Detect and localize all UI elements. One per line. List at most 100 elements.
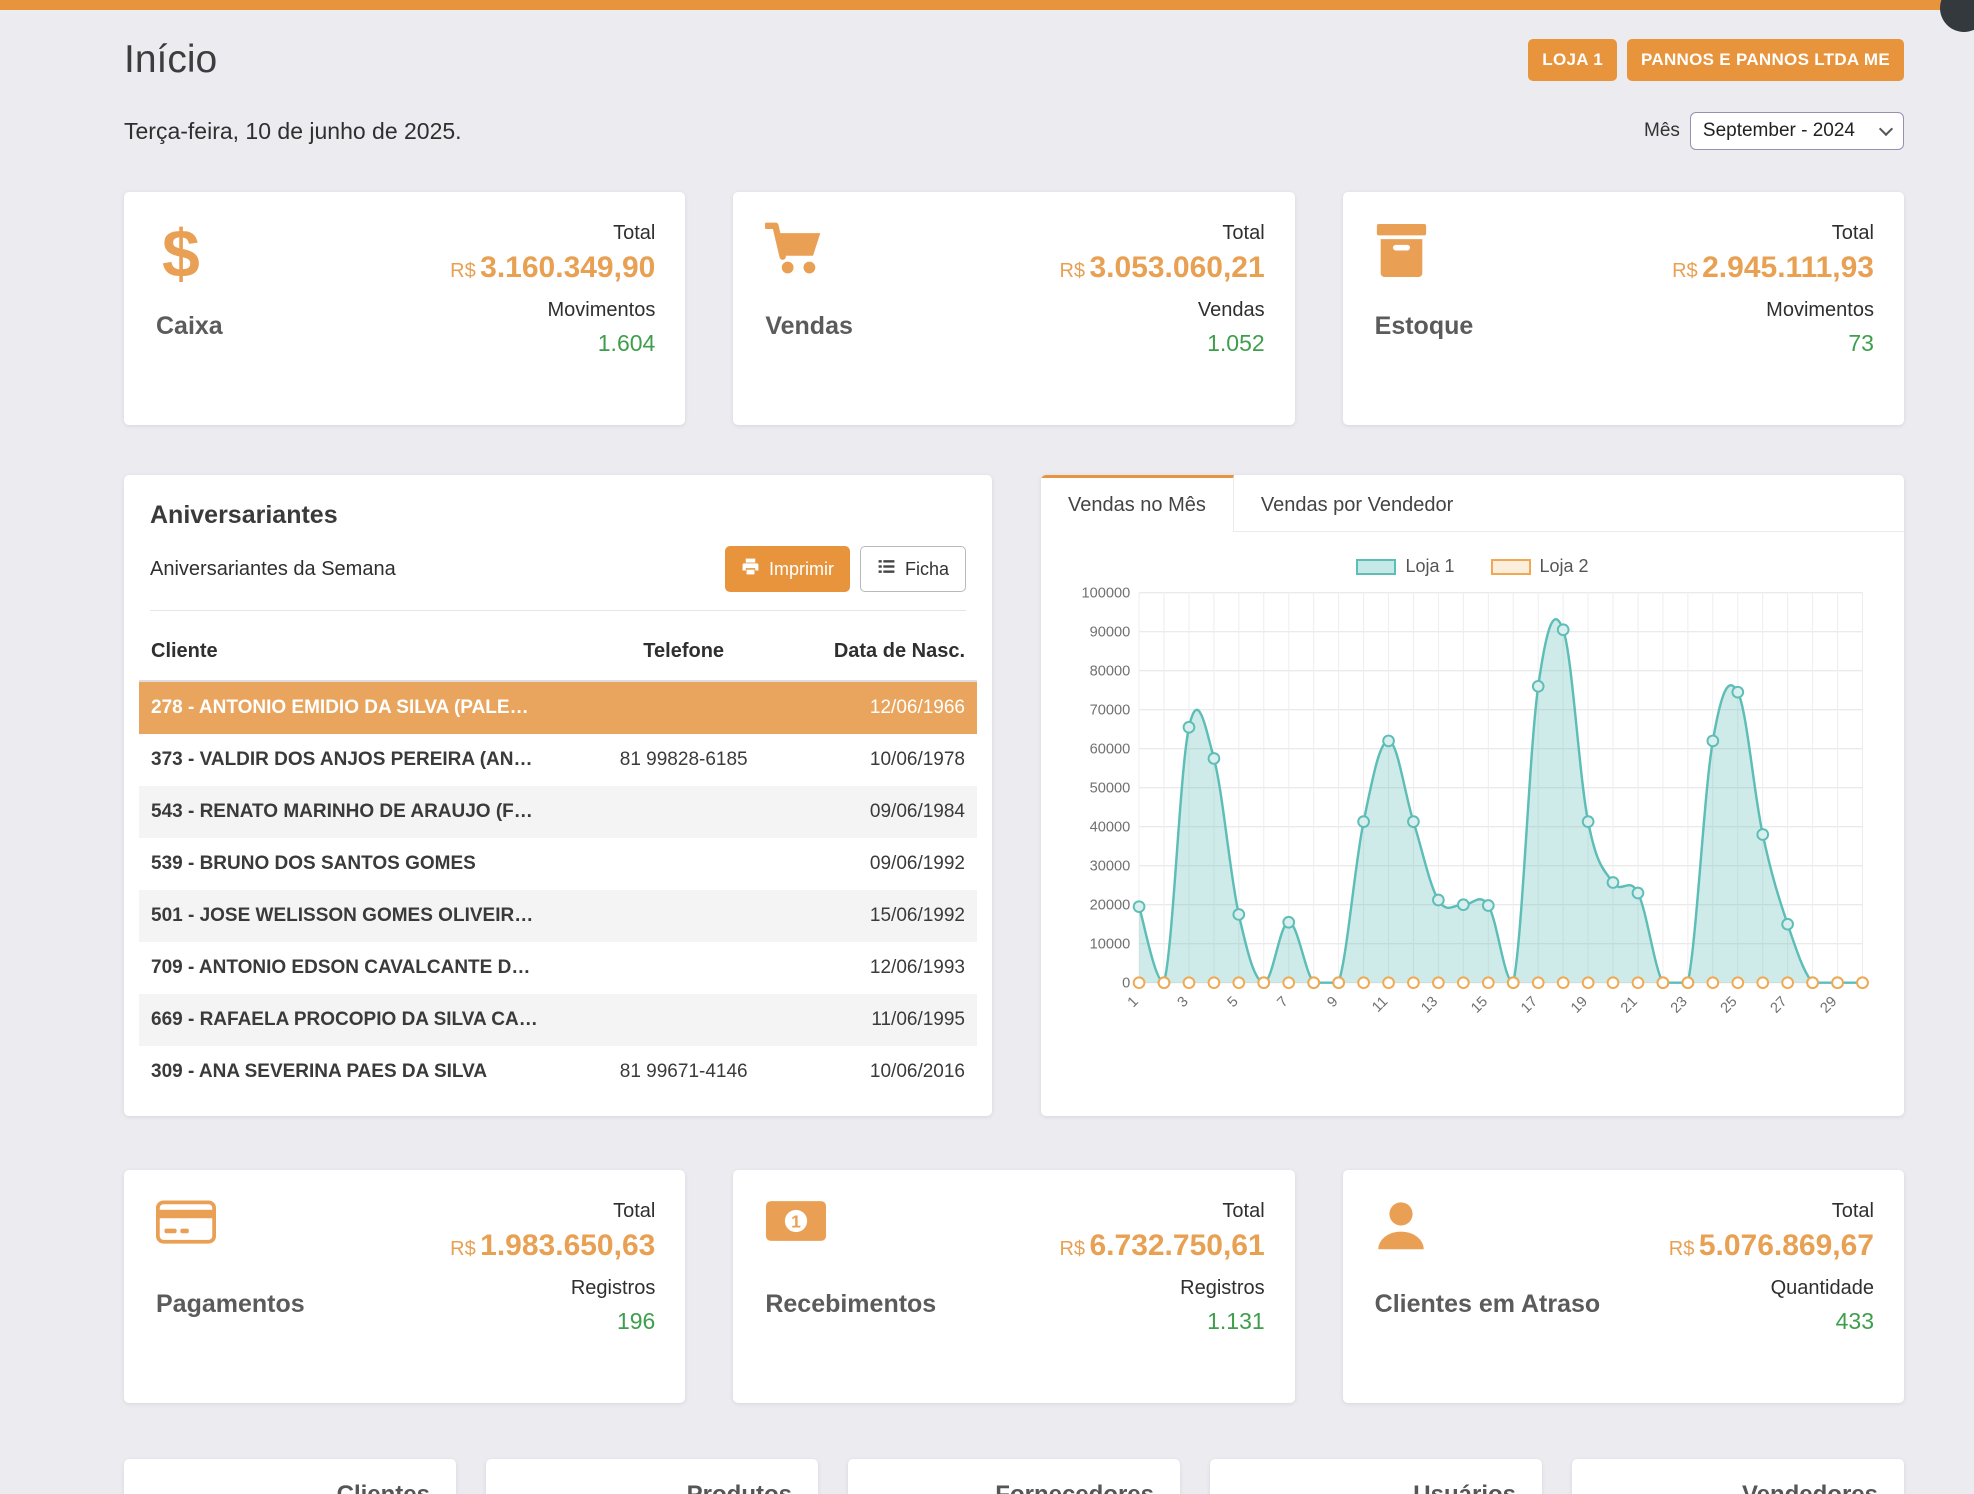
legend-item-loja1[interactable]: Loja 1 <box>1356 556 1454 577</box>
legend-item-loja2[interactable]: Loja 2 <box>1491 556 1589 577</box>
top-navbar <box>0 0 1974 10</box>
dollar-icon: $ <box>156 222 223 296</box>
svg-text:100000: 100000 <box>1082 586 1131 602</box>
stat-name: Pagamentos <box>156 1290 305 1319</box>
month-label: Mês <box>1644 120 1680 142</box>
total-label: Total <box>1222 222 1264 245</box>
chart-tabs: Vendas no Mês Vendas por Vendedor <box>1041 475 1904 532</box>
svg-text:0: 0 <box>1122 976 1130 992</box>
count-label: Movimentos <box>1766 299 1874 322</box>
entity-card-name: Produtos <box>512 1481 792 1494</box>
client-cell: 669 - RAFAELA PROCOPIO DA SILVA CA… <box>139 994 575 1046</box>
count-label: Vendas <box>1198 299 1265 322</box>
ficha-button-label: Ficha <box>905 559 949 580</box>
birthdays-subtitle: Aniversariantes da Semana <box>150 558 396 581</box>
stat-name: Recebimentos <box>765 1290 936 1319</box>
col-data-nasc: Data de Nasc. <box>793 623 977 681</box>
phone-cell <box>575 786 793 838</box>
sales-chart: 0100002000030000400005000060000700008000… <box>1063 581 1882 1039</box>
client-cell: 501 - JOSE WELISSON GOMES OLIVEIR… <box>139 890 575 942</box>
birthdate-cell: 09/06/1992 <box>793 838 977 890</box>
svg-text:30000: 30000 <box>1090 859 1131 875</box>
currency-prefix: R$ <box>1059 1238 1085 1260</box>
phone-cell <box>575 890 793 942</box>
entity-card-name: Vendedores <box>1598 1481 1878 1494</box>
tab-vendas-por-vendedor[interactable]: Vendas por Vendedor <box>1234 475 1480 531</box>
entity-cards-row: Clientes Produtos Fornecedores Usuários … <box>124 1459 1904 1494</box>
phone-cell: 81 99671-4146 <box>575 1046 793 1098</box>
top-stats-row: $ Caixa Total R$ 3.160.349,90 Movimentos… <box>124 192 1904 425</box>
total-value: R$ 6.732.750,61 <box>1059 1229 1264 1263</box>
count-value: 433 <box>1836 1308 1874 1335</box>
birthdate-cell: 11/06/1995 <box>793 994 977 1046</box>
birthdate-cell: 10/06/1978 <box>793 734 977 786</box>
svg-text:60000: 60000 <box>1090 742 1131 758</box>
printer-icon <box>741 557 760 581</box>
phone-cell <box>575 838 793 890</box>
currency-prefix: R$ <box>1059 260 1085 282</box>
count-label: Quantidade <box>1771 1277 1874 1300</box>
total-value: R$ 3.053.060,21 <box>1059 251 1264 285</box>
page-title: Início <box>124 38 217 82</box>
ficha-button[interactable]: Ficha <box>860 546 966 592</box>
total-amount: 3.160.349,90 <box>480 251 655 284</box>
tab-vendas-no-mes[interactable]: Vendas no Mês <box>1041 475 1234 532</box>
svg-text:1: 1 <box>1125 994 1142 1011</box>
list-icon <box>877 557 896 581</box>
svg-text:23: 23 <box>1668 994 1691 1017</box>
table-row[interactable]: 709 - ANTONIO EDSON CAVALCANTE D… 12/06/… <box>139 942 977 994</box>
client-cell: 539 - BRUNO DOS SANTOS GOMES <box>139 838 575 890</box>
entity-card-name: Fornecedores <box>874 1481 1154 1494</box>
stat-card-clientes-em-atraso: Clientes em Atraso Total R$ 5.076.869,67… <box>1343 1170 1904 1403</box>
person-icon <box>1375 1200 1601 1274</box>
client-cell: 278 - ANTONIO EMIDIO DA SILVA (PALE… <box>139 681 575 734</box>
table-row[interactable]: 501 - JOSE WELISSON GOMES OLIVEIR… 15/06… <box>139 890 977 942</box>
stat-card-vendas: Vendas Total R$ 3.053.060,21 Vendas 1.05… <box>733 192 1294 425</box>
birthdays-card: Aniversariantes Aniversariantes da Seman… <box>124 475 992 1116</box>
loja2-swatch <box>1491 559 1531 575</box>
table-row[interactable]: 309 - ANA SEVERINA PAES DA SILVA 81 9967… <box>139 1046 977 1098</box>
chart-legend: Loja 1 Loja 2 <box>1063 556 1882 577</box>
total-label: Total <box>1222 1200 1264 1223</box>
store-button[interactable]: LOJA 1 <box>1528 39 1617 81</box>
svg-text:10000: 10000 <box>1090 937 1131 953</box>
svg-text:27: 27 <box>1768 994 1791 1017</box>
phone-cell: 81 99828-6185 <box>575 734 793 786</box>
svg-text:7: 7 <box>1274 994 1291 1011</box>
count-value: 73 <box>1848 330 1874 357</box>
print-button[interactable]: Imprimir <box>725 546 850 592</box>
count-label: Movimentos <box>548 299 656 322</box>
bottom-stats-row: Pagamentos Total R$ 1.983.650,63 Registr… <box>124 1170 1904 1403</box>
currency-prefix: R$ <box>450 260 476 282</box>
table-row[interactable]: 543 - RENATO MARINHO DE ARAUJO (F… 09/06… <box>139 786 977 838</box>
total-label: Total <box>1832 1200 1874 1223</box>
count-value: 1.052 <box>1207 330 1265 357</box>
table-row[interactable]: 373 - VALDIR DOS ANJOS PEREIRA (AN… 81 9… <box>139 734 977 786</box>
stat-card-estoque: Estoque Total R$ 2.945.111,93 Movimentos… <box>1343 192 1904 425</box>
svg-text:9: 9 <box>1324 994 1341 1011</box>
svg-text:80000: 80000 <box>1090 664 1131 680</box>
stat-name: Caixa <box>156 312 223 341</box>
stat-name: Clientes em Atraso <box>1375 1290 1601 1319</box>
birthdate-cell: 10/06/2016 <box>793 1046 977 1098</box>
table-row[interactable]: 669 - RAFAELA PROCOPIO DA SILVA CA… 11/0… <box>139 994 977 1046</box>
svg-text:29: 29 <box>1818 994 1841 1017</box>
table-row[interactable]: 278 - ANTONIO EMIDIO DA SILVA (PALE… 12/… <box>139 681 977 734</box>
svg-text:25: 25 <box>1718 994 1741 1017</box>
client-cell: 543 - RENATO MARINHO DE ARAUJO (F… <box>139 786 575 838</box>
count-value: 1.604 <box>598 330 656 357</box>
table-row[interactable]: 539 - BRUNO DOS SANTOS GOMES 09/06/1992 <box>139 838 977 890</box>
svg-text:5: 5 <box>1225 994 1242 1011</box>
birthdays-title: Aniversariantes <box>150 501 966 530</box>
dashboard-page: Início LOJA 1 PANNOS E PANNOS LTDA ME Te… <box>0 0 1974 1494</box>
total-value: R$ 3.160.349,90 <box>450 251 655 285</box>
count-label: Registros <box>571 1277 655 1300</box>
month-select-value: September - 2024 <box>1703 120 1855 142</box>
entity-card-clientes: Clientes <box>124 1459 456 1494</box>
total-amount: 3.053.060,21 <box>1089 251 1264 284</box>
entity-card-usuarios: Usuários <box>1210 1459 1542 1494</box>
total-amount: 2.945.111,93 <box>1702 251 1874 284</box>
company-button[interactable]: PANNOS E PANNOS LTDA ME <box>1627 39 1904 81</box>
month-select[interactable]: September - 2024 <box>1690 112 1904 150</box>
total-label: Total <box>1832 222 1874 245</box>
